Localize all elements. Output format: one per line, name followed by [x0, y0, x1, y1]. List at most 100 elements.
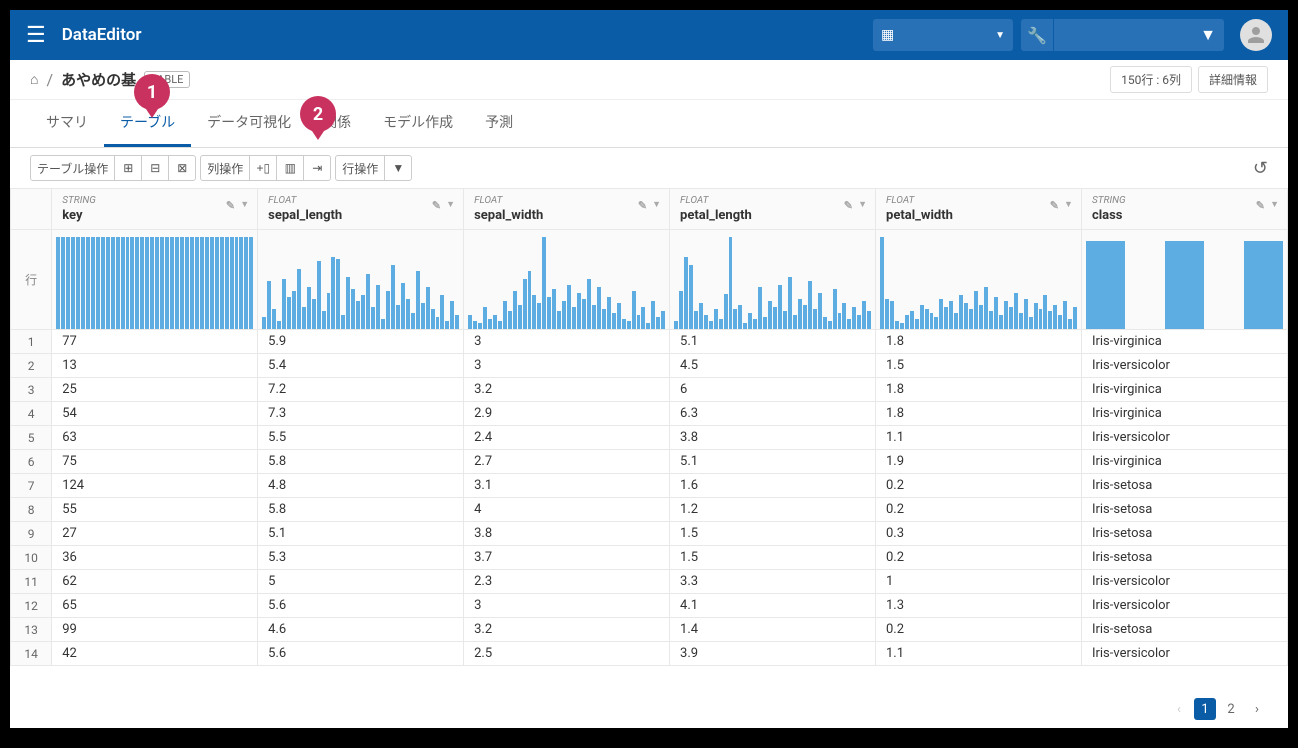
- cell[interactable]: 3: [464, 354, 670, 378]
- cell[interactable]: 7.3: [258, 402, 464, 426]
- table-row[interactable]: 3257.23.261.8Iris-virginica: [11, 378, 1288, 402]
- col-tool-3-button[interactable]: ⇥: [303, 155, 331, 181]
- cell[interactable]: 1.8: [876, 378, 1082, 402]
- chevron-down-icon[interactable]: ▼: [1064, 199, 1073, 210]
- pencil-icon[interactable]: ✎: [844, 199, 853, 212]
- table-row[interactable]: 10365.33.71.50.2Iris-setosa: [11, 546, 1288, 570]
- add-col-button[interactable]: +▯: [249, 155, 277, 181]
- layout-2-button[interactable]: ⊟: [141, 155, 169, 181]
- table-ops-button[interactable]: テーブル操作: [30, 155, 115, 181]
- cell[interactable]: 0.2: [876, 618, 1082, 642]
- cell[interactable]: 1.5: [670, 546, 876, 570]
- cell[interactable]: 13: [52, 354, 258, 378]
- cell[interactable]: 1.6: [670, 474, 876, 498]
- project-select[interactable]: ▦ ▼: [873, 19, 1013, 51]
- cell[interactable]: 63: [52, 426, 258, 450]
- table-row[interactable]: 8555.841.20.2Iris-setosa: [11, 498, 1288, 522]
- cell[interactable]: 6: [670, 378, 876, 402]
- table-row[interactable]: 116252.33.31Iris-versicolor: [11, 570, 1288, 594]
- tab-predict[interactable]: 予測: [469, 100, 529, 147]
- home-icon[interactable]: ⌂: [30, 71, 38, 88]
- layout-1-button[interactable]: ⊞: [114, 155, 142, 181]
- filter-button[interactable]: ▼: [384, 155, 412, 181]
- cell[interactable]: 1.5: [670, 522, 876, 546]
- cell[interactable]: 62: [52, 570, 258, 594]
- cell[interactable]: Iris-virginica: [1081, 330, 1287, 354]
- cell[interactable]: 2.7: [464, 450, 670, 474]
- cell[interactable]: 3.2: [464, 378, 670, 402]
- tab-summary[interactable]: サマリ: [30, 100, 104, 147]
- cell[interactable]: 1.3: [876, 594, 1082, 618]
- cell[interactable]: 3.2: [464, 618, 670, 642]
- cell[interactable]: Iris-versicolor: [1081, 594, 1287, 618]
- cell[interactable]: 4: [464, 498, 670, 522]
- column-header-key[interactable]: STRING key ✎ ▼: [52, 189, 258, 230]
- chevron-down-icon[interactable]: ▼: [858, 199, 867, 210]
- cell[interactable]: 4.6: [258, 618, 464, 642]
- cell[interactable]: Iris-virginica: [1081, 402, 1287, 426]
- cell[interactable]: 4.5: [670, 354, 876, 378]
- cell[interactable]: 42: [52, 642, 258, 666]
- cell[interactable]: 1.8: [876, 402, 1082, 426]
- cell[interactable]: 0.2: [876, 546, 1082, 570]
- cell[interactable]: 5.1: [670, 450, 876, 474]
- avatar[interactable]: [1240, 19, 1272, 51]
- page-2[interactable]: 2: [1220, 698, 1242, 720]
- cell[interactable]: 2.4: [464, 426, 670, 450]
- cell[interactable]: 5.1: [670, 330, 876, 354]
- cell[interactable]: 5.6: [258, 642, 464, 666]
- cell[interactable]: 3.7: [464, 546, 670, 570]
- cell[interactable]: 1.9: [876, 450, 1082, 474]
- cell[interactable]: 4.8: [258, 474, 464, 498]
- column-header-sepal_length[interactable]: FLOAT sepal_length ✎ ▼: [258, 189, 464, 230]
- tool-select[interactable]: ▼: [1054, 19, 1224, 51]
- cell[interactable]: 2.9: [464, 402, 670, 426]
- cell[interactable]: Iris-virginica: [1081, 378, 1287, 402]
- cell[interactable]: 2.3: [464, 570, 670, 594]
- cell[interactable]: 4.1: [670, 594, 876, 618]
- cell[interactable]: Iris-virginica: [1081, 450, 1287, 474]
- cell[interactable]: Iris-setosa: [1081, 498, 1287, 522]
- pencil-icon[interactable]: ✎: [1050, 199, 1059, 212]
- cell[interactable]: 1.2: [670, 498, 876, 522]
- column-header-petal_length[interactable]: FLOAT petal_length ✎ ▼: [670, 189, 876, 230]
- pencil-icon[interactable]: ✎: [432, 199, 441, 212]
- cell[interactable]: 1: [876, 570, 1082, 594]
- cell[interactable]: 1.1: [876, 642, 1082, 666]
- tab-visualize[interactable]: データ可視化: [191, 100, 307, 147]
- cell[interactable]: 3: [464, 594, 670, 618]
- cell[interactable]: 3.1: [464, 474, 670, 498]
- cell[interactable]: Iris-versicolor: [1081, 426, 1287, 450]
- history-button[interactable]: ↺: [1253, 158, 1268, 179]
- cell[interactable]: 5: [258, 570, 464, 594]
- chevron-down-icon[interactable]: ▼: [1270, 199, 1279, 210]
- cell[interactable]: 0.2: [876, 474, 1082, 498]
- tab-model[interactable]: モデル作成: [367, 100, 469, 147]
- cell[interactable]: Iris-versicolor: [1081, 642, 1287, 666]
- cell[interactable]: 3.3: [670, 570, 876, 594]
- cell[interactable]: 1.5: [876, 354, 1082, 378]
- cell[interactable]: 3: [464, 330, 670, 354]
- table-row[interactable]: 9275.13.81.50.3Iris-setosa: [11, 522, 1288, 546]
- layout-3-button[interactable]: ⊠: [168, 155, 196, 181]
- cell[interactable]: Iris-versicolor: [1081, 354, 1287, 378]
- page-1[interactable]: 1: [1194, 698, 1216, 720]
- column-header-class[interactable]: STRING class ✎ ▼: [1081, 189, 1287, 230]
- chevron-down-icon[interactable]: ▼: [652, 199, 661, 210]
- cell[interactable]: 5.5: [258, 426, 464, 450]
- cell[interactable]: 1.8: [876, 330, 1082, 354]
- cell[interactable]: 27: [52, 522, 258, 546]
- col-ops-button[interactable]: 列操作: [200, 155, 250, 181]
- chevron-down-icon[interactable]: ▼: [446, 199, 455, 210]
- cell[interactable]: 5.8: [258, 450, 464, 474]
- cell[interactable]: 5.9: [258, 330, 464, 354]
- page-prev[interactable]: ‹: [1168, 698, 1190, 720]
- table-row[interactable]: 1775.935.11.8Iris-virginica: [11, 330, 1288, 354]
- table-row[interactable]: 2135.434.51.5Iris-versicolor: [11, 354, 1288, 378]
- cell[interactable]: 2.5: [464, 642, 670, 666]
- pencil-icon[interactable]: ✎: [226, 199, 235, 212]
- menu-button[interactable]: ☰: [26, 22, 46, 48]
- cell[interactable]: 5.1: [258, 522, 464, 546]
- cell[interactable]: Iris-setosa: [1081, 618, 1287, 642]
- cell[interactable]: 1.4: [670, 618, 876, 642]
